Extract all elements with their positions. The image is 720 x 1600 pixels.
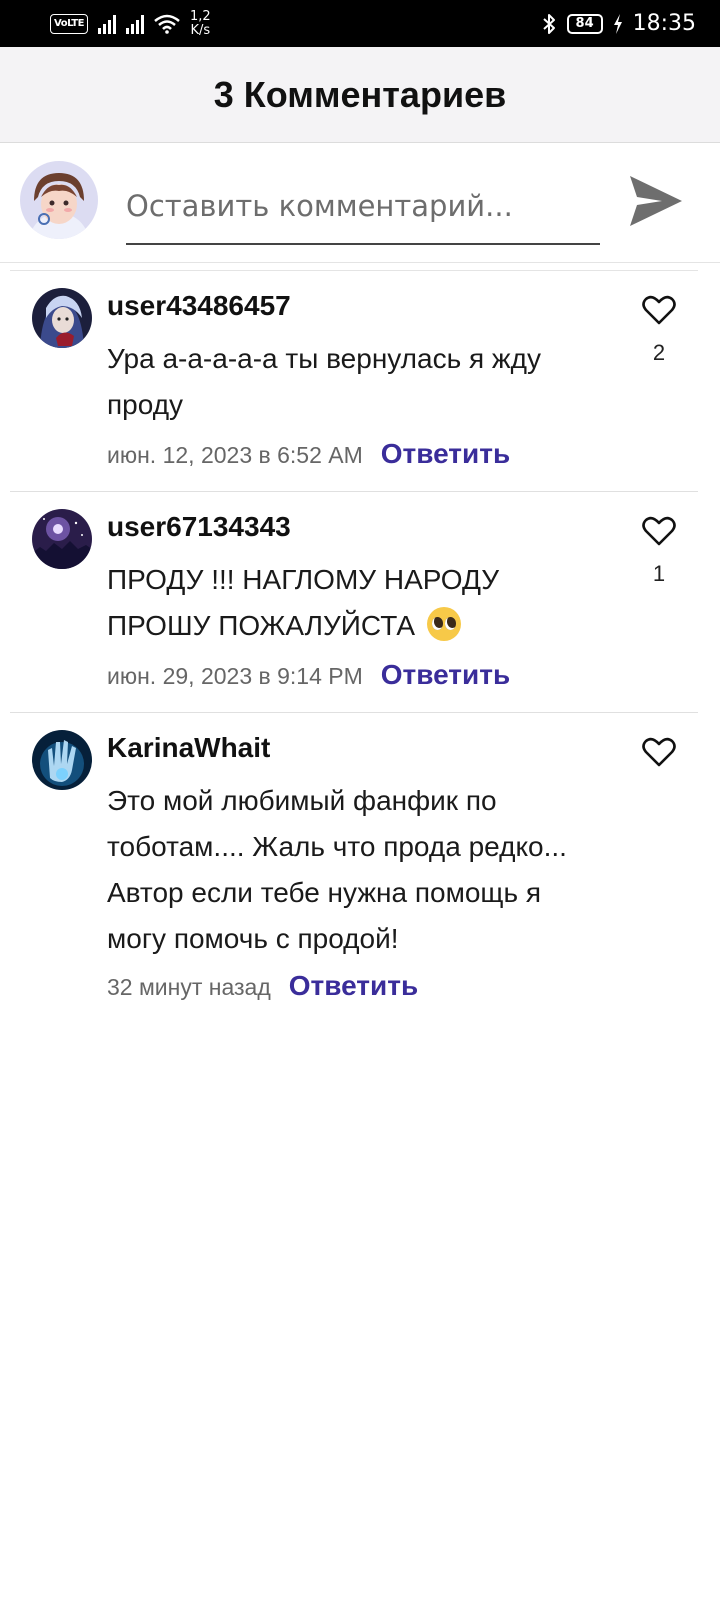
comment-date: июн. 12, 2023 в 6:52 AM <box>107 442 363 468</box>
heart-icon <box>642 295 676 325</box>
reply-button[interactable]: Ответить <box>381 659 510 691</box>
divider <box>10 270 698 271</box>
like-count: 1 <box>652 561 666 586</box>
avatar <box>32 509 92 569</box>
like-button[interactable] <box>640 513 678 549</box>
page-title: 3 Комментариев <box>213 73 507 115</box>
reply-button[interactable]: Ответить <box>289 970 418 1002</box>
avatar <box>32 288 92 348</box>
comment-username[interactable]: KarinaWhait <box>107 732 270 764</box>
like-count: 2 <box>652 340 666 365</box>
charging-icon <box>613 13 622 34</box>
battery-icon: 84 <box>566 13 603 34</box>
wifi-icon <box>154 14 180 34</box>
pleading-face-emoji-icon <box>426 607 461 641</box>
signal-icon-2 <box>125 14 144 34</box>
network-speed: 1,2 K/s <box>189 8 211 38</box>
speed-value: 1,2 <box>189 8 211 24</box>
comment-item: KarinaWhait Это мой любимый фанфик по то… <box>0 714 720 1024</box>
my-avatar <box>20 161 98 239</box>
send-button[interactable] <box>626 173 686 229</box>
signal-icon <box>97 14 116 34</box>
volte-icon: VoLTE <box>50 13 88 34</box>
like-button[interactable] <box>640 292 678 328</box>
divider <box>0 262 720 263</box>
comment-input[interactable] <box>126 169 600 245</box>
bluetooth-icon <box>542 13 555 34</box>
status-bar: VoLTE 1,2 K/s 84 18:35 <box>0 0 720 47</box>
clock: 18:35 <box>632 11 696 36</box>
comment-item: user43486457 Ура а-а-а-а-а ты вернулась … <box>0 272 720 492</box>
heart-icon <box>642 737 676 767</box>
heart-icon <box>642 516 676 546</box>
comment-username[interactable]: user43486457 <box>107 290 291 322</box>
comment-meta: 32 минут назад Ответить <box>107 970 418 1002</box>
comment-item: user67134343 ПРОДУ !!! НАГЛОМУ НАРОДУ ПР… <box>0 493 720 713</box>
divider <box>10 712 698 713</box>
comment-text-block: ПРОДУ !!! НАГЛОМУ НАРОДУ ПРОШУ ПОЖАЛУЙСТ… <box>107 557 587 649</box>
comment-meta: июн. 29, 2023 в 9:14 PM Ответить <box>107 659 510 691</box>
comment-username[interactable]: user67134343 <box>107 511 291 543</box>
comment-meta: июн. 12, 2023 в 6:52 AM Ответить <box>107 438 510 470</box>
comments-header: 3 Комментариев <box>0 47 720 143</box>
comment-compose <box>0 143 720 263</box>
reply-button[interactable]: Ответить <box>381 438 510 470</box>
comment-date: 32 минут назад <box>107 974 271 1000</box>
divider <box>10 491 698 492</box>
comment-text: Это мой любимый фанфик по тоботам.... Жа… <box>107 785 567 954</box>
send-icon <box>630 176 682 226</box>
like-button[interactable] <box>640 734 678 770</box>
avatar <box>32 730 92 790</box>
speed-unit: K/s <box>190 22 211 38</box>
comment-date: июн. 29, 2023 в 9:14 PM <box>107 663 363 689</box>
comment-text: Ура а-а-а-а-а ты вернулась я жду проду <box>107 343 541 420</box>
